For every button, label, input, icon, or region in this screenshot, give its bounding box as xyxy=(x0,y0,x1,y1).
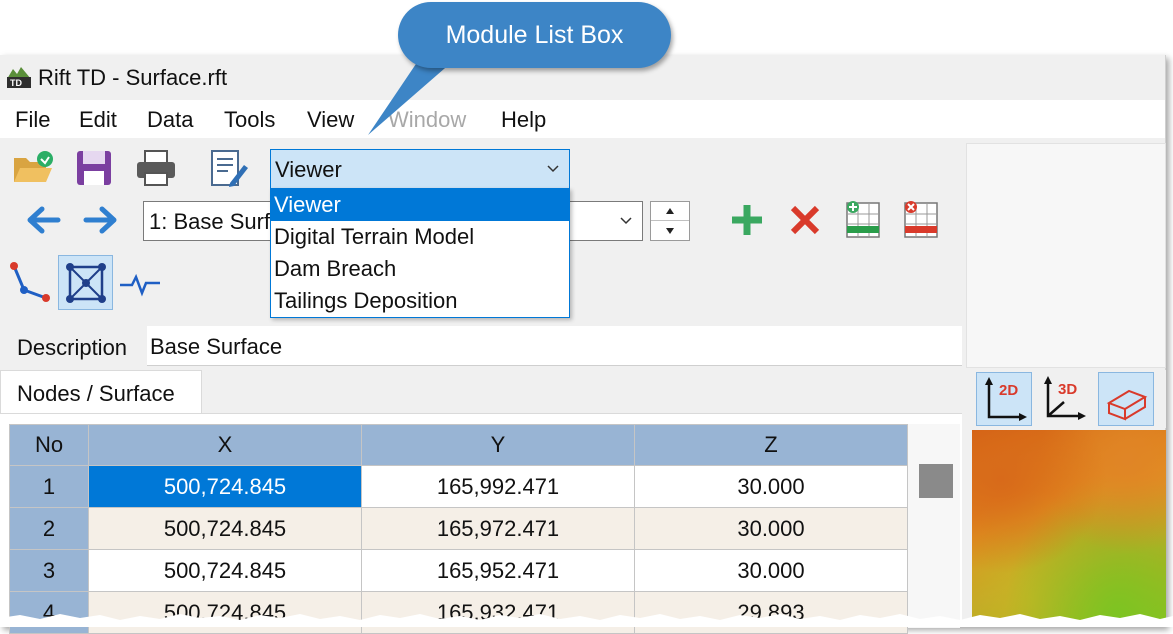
description-field[interactable]: Base Surface xyxy=(147,326,962,366)
terrain-3d-view[interactable] xyxy=(972,430,1166,627)
window-title: Rift TD - Surface.rft xyxy=(38,65,228,90)
module-option-dam-breach[interactable]: Dam Breach xyxy=(271,253,569,285)
table-row: 2 500,724.845 165,972.471 30.000 xyxy=(9,507,908,550)
module-option-dtm[interactable]: Digital Terrain Model xyxy=(271,221,569,253)
mesh-tool-button[interactable] xyxy=(58,255,113,310)
add-table-icon[interactable] xyxy=(845,199,881,239)
menu-file[interactable]: File xyxy=(15,107,50,133)
spinner-down-button[interactable] xyxy=(651,221,689,240)
row-number[interactable]: 1 xyxy=(9,465,89,508)
cell-z[interactable]: 30.000 xyxy=(634,507,908,550)
surface-spinner[interactable] xyxy=(650,201,690,241)
polyline-icon[interactable] xyxy=(8,260,52,304)
chevron-down-icon xyxy=(547,165,559,173)
box-3d-icon xyxy=(1106,389,1148,421)
module-combo-value: Viewer xyxy=(275,157,342,182)
table-row: 3 500,724.845 165,952.471 30.000 xyxy=(9,549,908,592)
menu-view[interactable]: View xyxy=(307,107,354,133)
view-3d-label: 3D xyxy=(1058,381,1077,398)
module-option-tailings[interactable]: Tailings Deposition xyxy=(271,285,569,317)
delete-table-icon[interactable] xyxy=(903,199,939,239)
nodes-panel: No X Y Z 1 500,724.845 165,992.471 30.00… xyxy=(0,413,962,634)
module-dropdown-list[interactable]: Viewer Digital Terrain Model Dam Breach … xyxy=(270,188,570,318)
cell-z[interactable]: 30.000 xyxy=(634,465,908,508)
mesh-icon xyxy=(66,263,106,303)
svg-text:TD: TD xyxy=(10,78,22,88)
scroll-thumb[interactable] xyxy=(919,464,953,498)
row-number[interactable]: 2 xyxy=(9,507,89,550)
tab-label: Nodes / Surface xyxy=(17,381,175,406)
back-arrow-icon[interactable] xyxy=(24,203,62,237)
cell-x[interactable]: 500,724.845 xyxy=(88,507,362,550)
spinner-up-button[interactable] xyxy=(651,202,689,221)
menu-tools[interactable]: Tools xyxy=(224,107,275,133)
print-icon[interactable] xyxy=(135,149,177,187)
save-icon[interactable] xyxy=(75,149,113,187)
view-toolbar: 2D 3D xyxy=(970,370,1166,428)
profile-icon[interactable] xyxy=(118,267,162,299)
cell-y[interactable]: 165,952.471 xyxy=(361,549,635,592)
column-header-no[interactable]: No xyxy=(9,424,89,466)
menu-data[interactable]: Data xyxy=(147,107,193,133)
cell-y[interactable]: 165,972.471 xyxy=(361,507,635,550)
caret-down-icon xyxy=(666,227,674,234)
cell-x[interactable]: 500,724.845 xyxy=(88,549,362,592)
menu-help[interactable]: Help xyxy=(501,107,546,133)
surface-combo-value: 1: Base Surf xyxy=(149,209,271,234)
caret-up-icon xyxy=(666,208,674,214)
row-number[interactable]: 3 xyxy=(9,549,89,592)
add-icon[interactable] xyxy=(728,201,766,239)
open-folder-icon[interactable] xyxy=(12,150,54,186)
torn-edge-decoration xyxy=(0,614,1173,627)
cell-x[interactable]: 500,724.845 xyxy=(88,465,362,508)
view-box-button[interactable] xyxy=(1098,372,1154,426)
menu-bar: File Edit Data Tools View Window Help xyxy=(0,100,1165,138)
cell-z[interactable]: 30.000 xyxy=(634,549,908,592)
app-window: TD Rift TD - Surface.rft File Edit Data … xyxy=(0,55,1166,634)
description-label: Description xyxy=(17,335,128,360)
cell-y[interactable]: 165,992.471 xyxy=(361,465,635,508)
table-row: 1 500,724.845 165,992.471 30.000 xyxy=(9,465,908,508)
tab-nodes-surface[interactable]: Nodes / Surface xyxy=(0,370,202,414)
description-value: Base Surface xyxy=(150,334,283,359)
right-info-pane xyxy=(966,143,1166,368)
edit-document-icon[interactable] xyxy=(208,149,250,189)
app-logo-icon: TD xyxy=(7,67,31,88)
chevron-down-icon xyxy=(620,217,632,225)
module-list-box[interactable]: Viewer xyxy=(270,149,570,189)
column-header-z[interactable]: Z xyxy=(634,424,908,466)
view-2d-label: 2D xyxy=(999,382,1018,399)
module-list-box-callout: Module List Box xyxy=(398,2,671,68)
axis-3d-icon: 3D xyxy=(1044,376,1086,420)
view-3d-button[interactable]: 3D xyxy=(1036,372,1092,426)
forward-arrow-icon[interactable] xyxy=(82,203,120,237)
delete-icon[interactable] xyxy=(788,203,822,237)
callout-text: Module List Box xyxy=(445,21,624,49)
axis-2d-icon: 2D xyxy=(985,377,1027,421)
column-header-x[interactable]: X xyxy=(88,424,362,466)
column-header-y[interactable]: Y xyxy=(361,424,635,466)
module-option-viewer[interactable]: Viewer xyxy=(271,189,569,221)
menu-edit[interactable]: Edit xyxy=(79,107,117,133)
view-2d-button[interactable]: 2D xyxy=(976,372,1032,426)
nodes-table: No X Y Z 1 500,724.845 165,992.471 30.00… xyxy=(9,424,908,634)
table-scrollbar[interactable] xyxy=(908,424,960,628)
